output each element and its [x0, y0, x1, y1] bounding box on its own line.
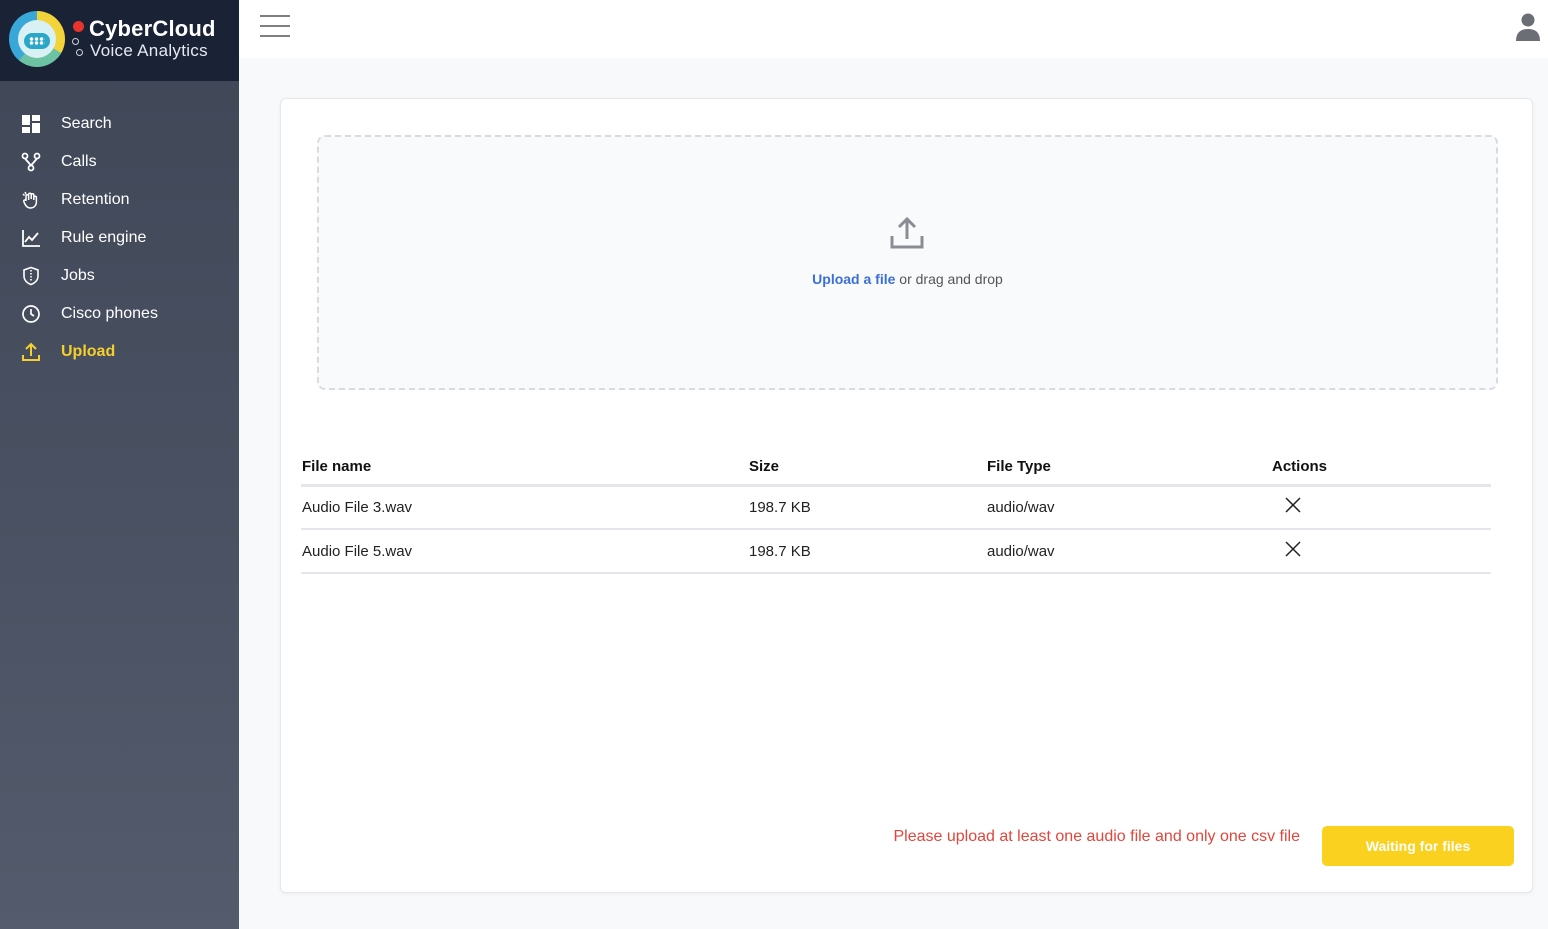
remove-file-icon[interactable] [1284, 540, 1302, 558]
shield-icon [20, 265, 42, 287]
dashboard-icon [20, 113, 42, 135]
files-table: File name Size File Type Actions Audio F… [301, 449, 1491, 574]
sidebar-item-label: Upload [61, 343, 116, 360]
upload-icon [20, 341, 42, 363]
file-dropzone[interactable]: Upload a file or drag and drop [317, 135, 1498, 390]
file-type-cell: audio/wav [986, 485, 1271, 530]
sidebar-item-label: Retention [61, 191, 130, 208]
network-node-icon [73, 21, 84, 32]
sidebar-item-upload[interactable]: Upload [0, 333, 239, 371]
hand-icon [20, 189, 42, 211]
branch-icon [20, 151, 42, 173]
user-avatar-icon[interactable] [1515, 13, 1541, 41]
topbar [239, 0, 1548, 58]
sidebar-item-label: Cisco phones [61, 305, 158, 322]
sidebar-item-label: Rule engine [61, 229, 147, 246]
validation-error: Please upload at least one audio file an… [893, 828, 1301, 845]
table-row: Audio File 5.wav 198.7 KB audio/wav [301, 529, 1491, 574]
file-size-cell: 198.7 KB [748, 485, 986, 530]
file-type-cell: audio/wav [986, 529, 1271, 574]
header-file-type: File Type [986, 449, 1271, 487]
brand-header: CyberCloud Voice Analytics [0, 0, 239, 81]
upload-cloud-icon [889, 215, 925, 251]
clock-icon [20, 303, 42, 325]
sidebar: CyberCloud Voice Analytics Search Calls … [0, 0, 239, 929]
file-name-cell: Audio File 5.wav [301, 529, 748, 574]
upload-file-link[interactable]: Upload a file [812, 271, 895, 287]
brand-subtitle: Voice Analytics [90, 41, 208, 60]
sidebar-item-jobs[interactable]: Jobs [0, 257, 239, 295]
file-size-cell: 198.7 KB [748, 529, 986, 574]
file-name-cell: Audio File 3.wav [301, 485, 748, 530]
submit-upload-button[interactable]: Waiting for files [1322, 826, 1514, 866]
table-row: Audio File 3.wav 198.7 KB audio/wav [301, 485, 1491, 530]
brand-title: CyberCloud [89, 16, 216, 41]
actions-cell [1271, 529, 1491, 574]
actions-cell [1271, 485, 1491, 530]
sidebar-item-cisco-phones[interactable]: Cisco phones [0, 295, 239, 333]
sidebar-item-rule-engine[interactable]: Rule engine [0, 219, 239, 257]
sidebar-nav: Search Calls Retention Rule engine Jobs [0, 105, 239, 371]
upload-card: Upload a file or drag and drop File name… [280, 98, 1533, 893]
sidebar-item-calls[interactable]: Calls [0, 143, 239, 181]
chart-line-icon [20, 227, 42, 249]
table-header-row: File name Size File Type Actions [301, 449, 1491, 487]
menu-toggle-icon[interactable] [260, 15, 290, 39]
sidebar-item-label: Search [61, 115, 112, 132]
sidebar-item-search[interactable]: Search [0, 105, 239, 143]
logo-icon [9, 11, 65, 67]
sidebar-item-label: Calls [61, 153, 97, 170]
header-actions: Actions [1271, 449, 1491, 487]
sidebar-item-retention[interactable]: Retention [0, 181, 239, 219]
header-file-name: File name [301, 449, 748, 487]
header-size: Size [748, 449, 986, 487]
dropzone-text: Upload a file or drag and drop [319, 271, 1496, 287]
sidebar-item-label: Jobs [61, 267, 95, 284]
remove-file-icon[interactable] [1284, 496, 1302, 514]
drag-drop-text: or drag and drop [895, 271, 1003, 287]
